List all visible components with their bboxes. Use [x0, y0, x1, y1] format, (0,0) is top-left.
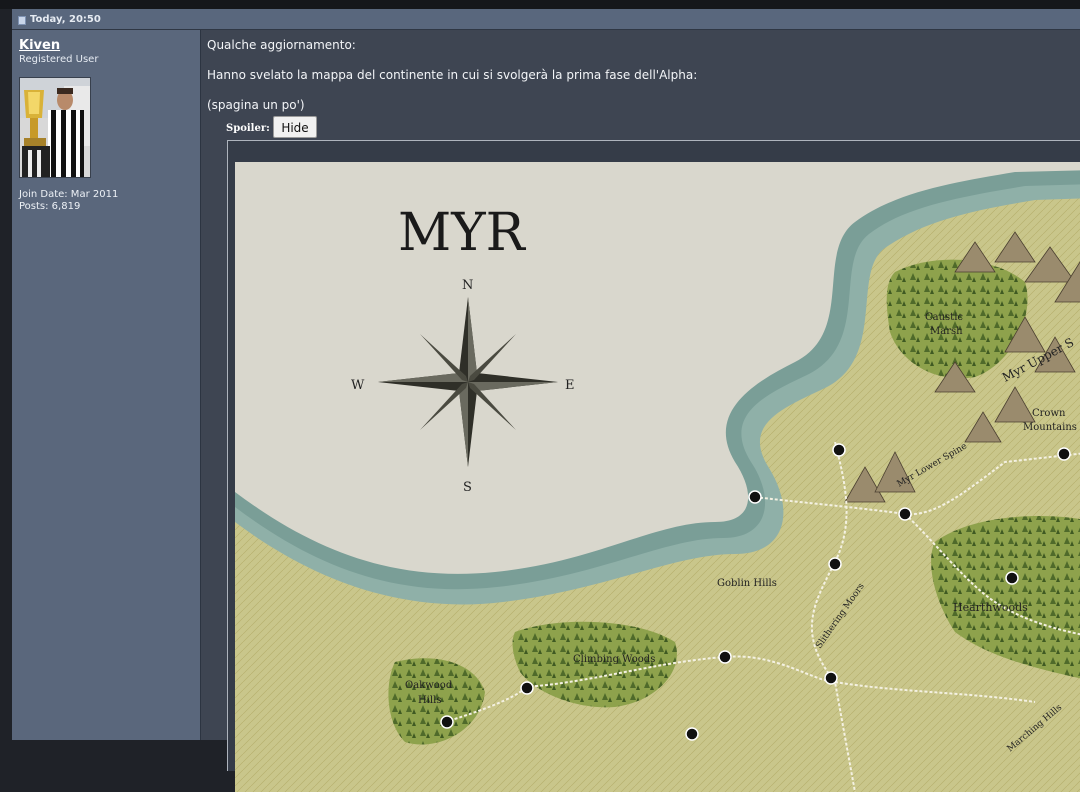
username-link[interactable]: Kiven: [19, 38, 60, 53]
label-goblin-hills: Goblin Hills: [717, 578, 777, 589]
label-hills: Hills: [418, 695, 441, 706]
user-sidebar: Kiven Registered User Join Date: Mar 201…: [12, 30, 201, 740]
compass-s: S: [463, 480, 472, 495]
spoiler-label: Spoiler:: [226, 123, 270, 134]
avatar[interactable]: [19, 77, 91, 178]
spoiler-container: MYR N S E W Caustic Marsh Myr Upper S Cr…: [227, 140, 1080, 792]
spoiler-hide-button[interactable]: Hide: [273, 116, 317, 138]
map-image[interactable]: MYR N S E W Caustic Marsh Myr Upper S Cr…: [235, 162, 1080, 792]
post-text-line-1: Qualche aggiornamento:: [207, 38, 356, 52]
label-caustic: Caustic: [925, 312, 963, 323]
post-text-line-2: Hanno svelato la mappa del continente in…: [207, 68, 698, 82]
compass-n: N: [462, 278, 473, 293]
post-date: Today, 20:50: [30, 13, 101, 25]
label-mountains: Mountains: [1023, 422, 1077, 433]
compass-w: W: [351, 378, 365, 393]
post-count: Posts: 6,819: [19, 201, 81, 212]
label-crown: Crown: [1032, 408, 1066, 419]
compass-e: E: [565, 378, 575, 393]
label-oakwood: Oakwood: [405, 680, 453, 691]
label-climbing-woods: Climbing Woods: [573, 654, 655, 665]
join-date: Join Date: Mar 2011: [19, 189, 119, 200]
top-bar: [0, 0, 1080, 9]
post-text-line-3: (spagina un po'): [207, 98, 305, 112]
post-content: Qualche aggiornamento: Hanno svelato la …: [201, 30, 1080, 792]
post-header: Today, 20:50: [12, 9, 1080, 30]
user-title: Registered User: [19, 54, 99, 65]
label-hearthwoods: Hearthwoods: [953, 601, 1028, 614]
map-title: MYR: [398, 203, 527, 263]
post-icon: [18, 15, 26, 25]
label-marsh: Marsh: [930, 326, 963, 337]
